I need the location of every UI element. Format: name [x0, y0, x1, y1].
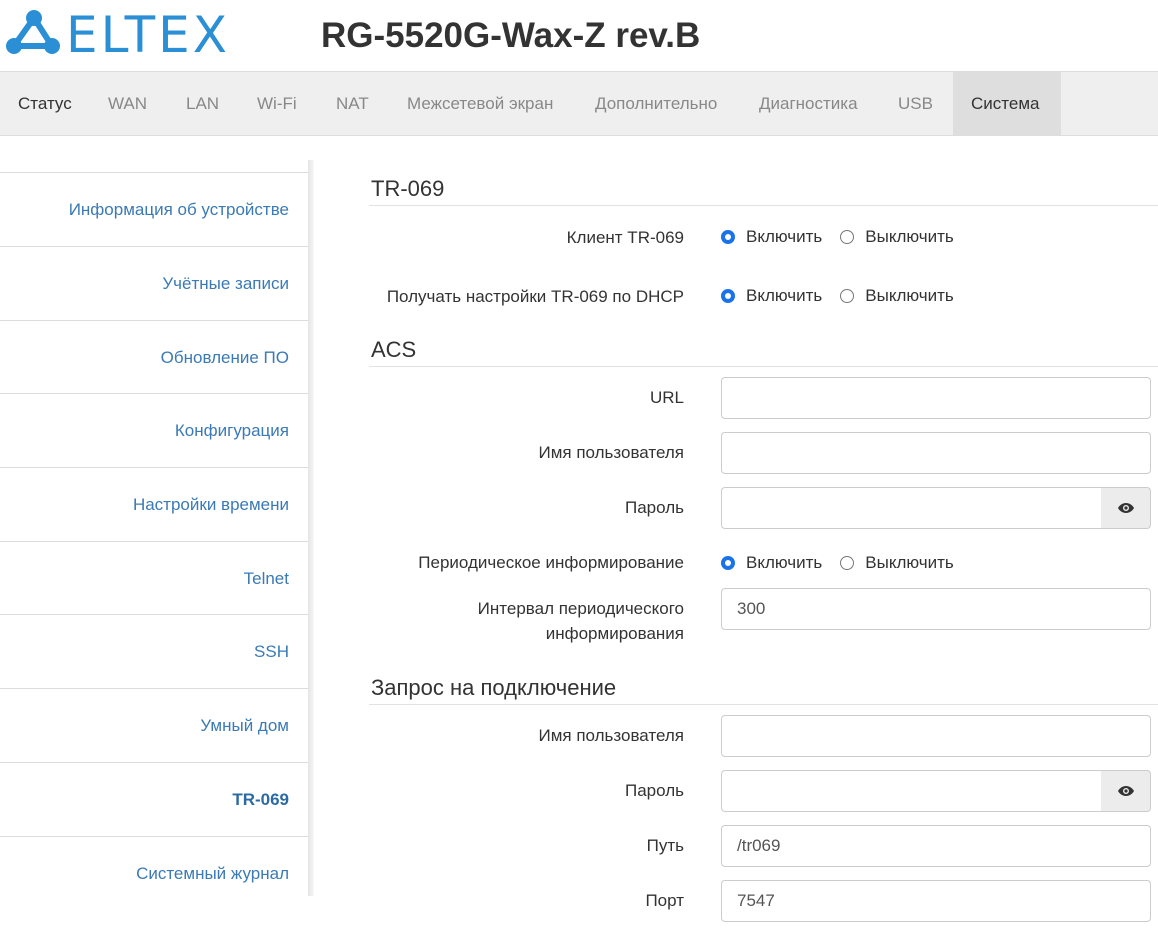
acs-url-input[interactable] — [721, 377, 1151, 419]
device-title: RG-5520G-Wax-Z rev.B — [321, 16, 701, 55]
inform-interval-label-line2: информирования — [545, 624, 684, 643]
sidebar-item-smart-home[interactable]: Умный дом — [0, 688, 308, 762]
sidebar-item-tr069[interactable]: TR-069 — [0, 762, 308, 836]
section-title-acs: ACS — [371, 337, 417, 362]
periodic-disable-radio[interactable] — [840, 556, 855, 570]
conn-password-label: Пароль — [625, 781, 684, 800]
periodic-inform-label: Периодическое информирование — [418, 553, 684, 572]
acs-show-password-button[interactable] — [1101, 487, 1151, 529]
tab-nat[interactable]: NAT — [318, 72, 387, 135]
sidebar-item-system-log[interactable]: Системный журнал — [0, 836, 308, 910]
sidebar-item-configuration[interactable]: Конфигурация — [0, 393, 308, 467]
top-navigation: Статус WAN LAN Wi-Fi NAT Межсетевой экра… — [0, 71, 1158, 136]
conn-path-label: Путь — [646, 836, 684, 855]
inform-interval-label-line1: Интервал периодического — [477, 599, 684, 618]
dhcp-enable-radio[interactable] — [721, 289, 735, 303]
header: ELTEX RG-5520G-Wax-Z rev.B — [0, 0, 1158, 71]
client-tr069-disable-radio[interactable] — [840, 230, 855, 244]
section-divider — [369, 704, 1158, 705]
acs-password-label: Пароль — [625, 498, 684, 517]
sidebar-divider — [308, 160, 314, 896]
client-tr069-enable-radio[interactable] — [721, 230, 735, 244]
sidebar-item-ssh[interactable]: SSH — [0, 614, 308, 688]
conn-username-input[interactable] — [721, 715, 1151, 757]
inform-interval-input[interactable]: 300 — [721, 588, 1151, 630]
dhcp-settings-radio-group: Включить Выключить — [721, 284, 972, 308]
sidebar-item-firmware-update[interactable]: Обновление ПО — [0, 320, 308, 394]
radio-label-disable: Выключить — [865, 553, 954, 572]
tab-lan[interactable]: LAN — [168, 72, 237, 135]
section-divider — [369, 366, 1158, 367]
dhcp-settings-label: Получать настройки TR-069 по DHCP — [386, 287, 684, 306]
tab-status[interactable]: Статус — [0, 72, 90, 135]
tab-firewall[interactable]: Межсетевой экран — [389, 72, 571, 135]
dhcp-disable-radio[interactable] — [840, 289, 855, 303]
tab-advanced[interactable]: Дополнительно — [577, 72, 735, 135]
eye-icon — [1118, 786, 1134, 796]
sidebar-item-accounts[interactable]: Учётные записи — [0, 246, 308, 320]
tab-system[interactable]: Система — [953, 72, 1061, 135]
conn-username-label: Имя пользователя — [538, 726, 685, 745]
radio-label-enable: Включить — [746, 227, 823, 246]
periodic-enable-radio[interactable] — [721, 556, 735, 570]
section-title-tr069: TR-069 — [371, 176, 445, 201]
radio-label-disable: Выключить — [865, 286, 954, 305]
sidebar-item-time-settings[interactable]: Настройки времени — [0, 467, 308, 541]
acs-url-label: URL — [649, 388, 684, 407]
eye-icon — [1118, 503, 1134, 513]
logo-mark-icon — [6, 10, 60, 54]
client-tr069-label: Клиент TR-069 — [566, 228, 684, 247]
conn-port-label: Порт — [645, 891, 684, 910]
tab-usb[interactable]: USB — [880, 72, 951, 135]
conn-show-password-button[interactable] — [1101, 770, 1151, 812]
client-tr069-radio-group: Включить Выключить — [721, 225, 972, 249]
inform-interval-label: Интервал периодического информирования — [478, 596, 684, 646]
acs-username-input[interactable] — [721, 432, 1151, 474]
periodic-inform-radio-group: Включить Выключить — [721, 551, 972, 575]
tab-wifi[interactable]: Wi-Fi — [239, 72, 315, 135]
conn-password-input[interactable] — [721, 770, 1102, 812]
radio-label-enable: Включить — [746, 553, 823, 572]
sidebar-item-telnet[interactable]: Telnet — [0, 541, 308, 615]
logo-text: ELTEX — [66, 6, 230, 64]
acs-password-input[interactable] — [721, 487, 1102, 529]
radio-label-disable: Выключить — [865, 227, 954, 246]
section-divider — [369, 205, 1158, 206]
conn-port-input[interactable]: 7547 — [721, 880, 1151, 922]
sidebar-item-device-info[interactable]: Информация об устройстве — [0, 172, 308, 246]
acs-username-label: Имя пользователя — [538, 443, 685, 462]
conn-path-input[interactable]: /tr069 — [721, 825, 1151, 867]
eltex-logo: ELTEX — [4, 6, 244, 64]
section-title-connection-request: Запрос на подключение — [371, 675, 617, 700]
tab-diagnostics[interactable]: Диагностика — [741, 72, 876, 135]
radio-label-enable: Включить — [746, 286, 823, 305]
tab-wan[interactable]: WAN — [90, 72, 165, 135]
